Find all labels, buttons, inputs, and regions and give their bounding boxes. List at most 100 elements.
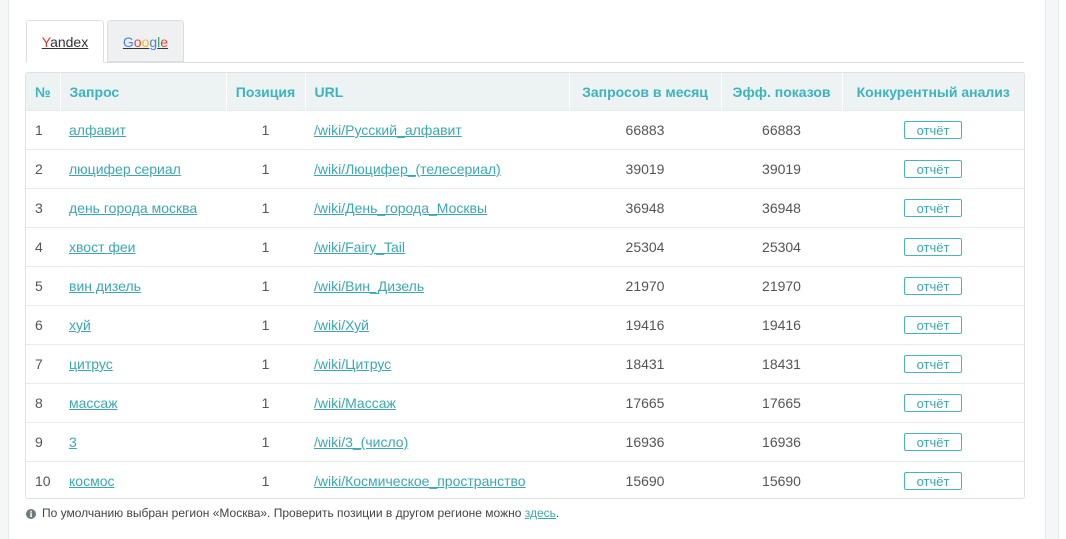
row-number: 5 — [26, 266, 60, 306]
row-number: 7 — [26, 344, 60, 384]
row-url-cell: /wiki/Fairy_Tail — [305, 227, 569, 267]
row-number: 4 — [26, 227, 60, 267]
row-query-cell: люцифер сериал — [60, 149, 226, 189]
row-number: 8 — [26, 383, 60, 423]
report-button[interactable]: отчёт — [904, 121, 962, 139]
report-button[interactable]: отчёт — [904, 199, 962, 217]
row-report-cell: отчёт — [842, 188, 1024, 228]
region-note-text: По умолчанию выбран регион «Москва». Про… — [42, 506, 525, 520]
table-row: 3 день города москва 1/wiki/День_города_Мо… — [26, 188, 1024, 228]
region-link[interactable]: здесь — [525, 506, 556, 520]
header-effective-impressions: Эфф. показов — [721, 73, 843, 111]
row-query-cell: космос — [60, 461, 226, 498]
row-url-cell: /wiki/Массаж — [305, 383, 569, 423]
row-position: 1 — [226, 422, 305, 462]
tab-google-letter: g — [149, 34, 158, 50]
query-link[interactable]: вин дизель — [69, 278, 141, 294]
query-link[interactable]: день города москва — [69, 200, 197, 216]
table-body: 1 алфавит 1/wiki/Русский_алфавит 66883 66883… — [26, 110, 1024, 498]
row-monthly-queries: 36948 — [569, 188, 721, 228]
query-link[interactable]: хвост феи — [69, 239, 136, 255]
table-row: 6 хуй 1/wiki/Хуй 19416 19416 отчёт — [26, 305, 1024, 345]
report-button[interactable]: отчёт — [904, 277, 962, 295]
query-link[interactable]: люцифер сериал — [69, 161, 181, 177]
tab-yandex[interactable]: Yandex — [26, 20, 104, 63]
row-number: 3 — [26, 188, 60, 228]
row-query-cell: хуй — [60, 305, 226, 345]
row-number: 10 — [26, 461, 60, 498]
row-url-cell: /wiki/3_(число) — [305, 422, 569, 462]
header-position: Позиция — [226, 73, 306, 111]
row-effective-impressions: 17665 — [721, 383, 842, 423]
report-button[interactable]: отчёт — [904, 355, 962, 373]
row-report-cell: отчёт — [842, 383, 1024, 423]
row-report-cell: отчёт — [842, 344, 1024, 384]
tab-google-letter: G — [122, 34, 134, 50]
row-query-cell: цитрус — [60, 344, 226, 384]
row-monthly-queries: 15690 — [569, 461, 721, 498]
report-button[interactable]: отчёт — [904, 394, 962, 412]
url-link[interactable]: /wiki/Космическое_пространство — [314, 473, 526, 489]
row-report-cell: отчёт — [842, 110, 1024, 150]
row-report-cell: отчёт — [842, 305, 1024, 345]
row-monthly-queries: 25304 — [569, 227, 721, 267]
row-url-cell: /wiki/Русский_алфавит — [305, 110, 569, 150]
table-row: 8 массаж 1/wiki/Массаж 17665 17665 отчёт — [26, 383, 1024, 423]
report-button[interactable]: отчёт — [904, 433, 962, 451]
report-button[interactable]: отчёт — [904, 472, 962, 490]
row-query-cell: массаж — [60, 383, 226, 423]
query-link[interactable]: хуй — [69, 317, 91, 333]
row-position: 1 — [226, 305, 305, 345]
query-link[interactable]: алфавит — [69, 122, 126, 138]
query-link[interactable]: 3 — [69, 434, 77, 450]
url-link[interactable]: /wiki/Русский_алфавит — [314, 122, 462, 138]
row-effective-impressions: 16936 — [721, 422, 842, 462]
header-number: № — [26, 73, 61, 111]
tab-yandex-label: andex — [50, 34, 89, 50]
row-monthly-queries: 17665 — [569, 383, 721, 423]
row-number: 2 — [26, 149, 60, 189]
url-link[interactable]: /wiki/3_(число) — [314, 434, 408, 450]
row-number: 6 — [26, 305, 60, 345]
table-row: 1 алфавит 1/wiki/Русский_алфавит 66883 66883… — [26, 110, 1024, 150]
query-link[interactable]: цитрус — [69, 356, 113, 372]
table-row: 5 вин дизель 1/wiki/Вин_Дизель 21970 21970 от… — [26, 266, 1024, 306]
tab-yandex-first-letter: Y — [41, 34, 51, 50]
row-monthly-queries: 19416 — [569, 305, 721, 345]
row-url-cell: /wiki/Люцифер_(телесериал) — [305, 149, 569, 189]
report-button[interactable]: отчёт — [904, 316, 962, 334]
row-monthly-queries: 18431 — [569, 344, 721, 384]
table-row: 7 цитрус 1/wiki/Цитрус 18431 18431 отчёт — [26, 344, 1024, 384]
row-report-cell: отчёт — [842, 461, 1024, 498]
url-link[interactable]: /wiki/Вин_Дизель — [314, 278, 424, 294]
right-panel-edge — [1058, 0, 1066, 539]
url-link[interactable]: /wiki/Хуй — [314, 317, 369, 333]
url-link[interactable]: /wiki/День_города_Москвы — [314, 200, 487, 216]
row-effective-impressions: 21970 — [721, 266, 842, 306]
report-button[interactable]: отчёт — [904, 160, 962, 178]
row-url-cell: /wiki/Хуй — [305, 305, 569, 345]
header-monthly-queries: Запросов в месяц — [569, 73, 722, 111]
query-link[interactable]: массаж — [69, 395, 118, 411]
tab-google[interactable]: Google — [107, 20, 184, 62]
url-link[interactable]: /wiki/Fairy_Tail — [314, 239, 405, 255]
row-monthly-queries: 16936 — [569, 422, 721, 462]
row-query-cell: день города москва — [60, 188, 226, 228]
url-link[interactable]: /wiki/Массаж — [314, 395, 396, 411]
row-effective-impressions: 66883 — [721, 110, 842, 150]
row-position: 1 — [226, 188, 305, 228]
positions-table: № Запрос Позиция URL Запросов в месяц Эф… — [25, 72, 1025, 499]
row-effective-impressions: 36948 — [721, 188, 842, 228]
url-link[interactable]: /wiki/Цитрус — [314, 356, 391, 372]
query-link[interactable]: космос — [69, 473, 114, 489]
region-note: i По умолчанию выбран регион «Москва». Пр… — [26, 506, 559, 520]
row-number: 9 — [26, 422, 60, 462]
report-button[interactable]: отчёт — [904, 238, 962, 256]
row-monthly-queries: 66883 — [569, 110, 721, 150]
row-effective-impressions: 19416 — [721, 305, 842, 345]
table-row: 9 3 1/wiki/3_(число) 16936 16936 отчёт — [26, 422, 1024, 462]
row-monthly-queries: 39019 — [569, 149, 721, 189]
table-row: 2 люцифер сериал 1/wiki/Люцифер_(телесериа… — [26, 149, 1024, 189]
row-position: 1 — [226, 110, 305, 150]
url-link[interactable]: /wiki/Люцифер_(телесериал) — [314, 161, 501, 177]
